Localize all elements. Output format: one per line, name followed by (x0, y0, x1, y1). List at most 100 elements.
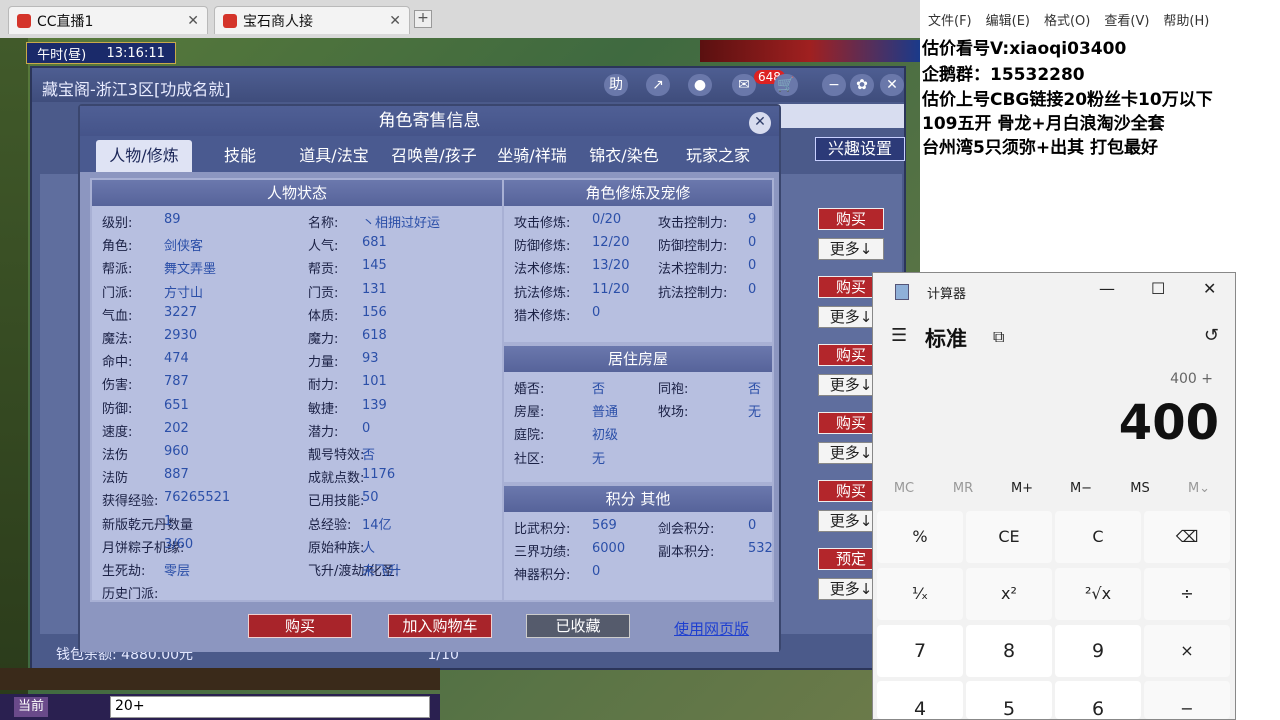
close-tab-icon[interactable]: ✕ (389, 13, 401, 29)
minimize-icon[interactable]: — (1099, 279, 1115, 298)
chat-channel-button[interactable]: 当前 (14, 697, 48, 717)
digit-9-key[interactable]: 9 (1055, 625, 1141, 677)
clear-key[interactable]: C (1055, 511, 1141, 563)
memory-recall-button[interactable]: MR (934, 481, 992, 496)
reciprocal-key[interactable]: ¹⁄ₓ (877, 568, 963, 620)
keep-on-top-icon[interactable]: ⧉ (993, 327, 1004, 347)
stat-value: 14亿 (362, 517, 392, 533)
stat-value: 101 (362, 374, 387, 390)
stat-label: 新版乾元丹数量 (102, 517, 194, 533)
menu-help[interactable]: 帮助(H) (1163, 10, 1209, 34)
chat-input[interactable]: 20+ (110, 696, 430, 718)
house-header: 居住房屋 (504, 346, 772, 372)
divide-key[interactable]: ÷ (1144, 568, 1230, 620)
digit-6-key[interactable]: 6 (1055, 681, 1141, 720)
tab-character[interactable]: 人物/修炼 (96, 140, 192, 172)
square-key[interactable]: x² (966, 568, 1052, 620)
cart-icon[interactable]: 🛒 (774, 74, 798, 96)
tab-items[interactable]: 道具/法宝 (294, 140, 374, 172)
stat-value: 1176 (362, 467, 396, 483)
dialog-close-icon[interactable]: ✕ (749, 112, 771, 134)
browser-tab-gem-merchant[interactable]: 宝石商人接 ✕ (214, 6, 410, 34)
stat-value: 887 (164, 467, 189, 483)
row-value: 否 (592, 382, 606, 397)
stat-label: 名称: (308, 216, 339, 231)
stop-icon[interactable]: ● (688, 74, 712, 96)
list-more-button[interactable]: 更多↓ (818, 238, 884, 260)
clear-entry-key[interactable]: CE (966, 511, 1052, 563)
close-tab-icon[interactable]: ✕ (187, 13, 199, 29)
notepad-line: 企鹅群：15532280 (922, 65, 1085, 85)
memory-store-button[interactable]: MS (1111, 481, 1169, 496)
calc-title: 计算器 (927, 287, 967, 302)
tab-mounts[interactable]: 坐骑/祥瑞 (488, 140, 576, 172)
menu-icon[interactable]: ☰ (891, 325, 907, 346)
close-icon[interactable]: ✕ (880, 74, 904, 96)
stat-label: 门贡: (308, 285, 339, 301)
notepad-line: 估价上号CBG链接20粉丝卡10万以下 (922, 90, 1213, 110)
stat-label: 魔法: (102, 332, 133, 347)
digit-8-key[interactable]: 8 (966, 625, 1052, 677)
maximize-icon[interactable]: ☐ (1151, 279, 1165, 298)
calc-expression: 400 + (1170, 371, 1213, 387)
close-icon[interactable]: ✕ (1203, 279, 1216, 298)
message-icon[interactable]: ✉ (732, 74, 756, 96)
row-value: 无 (748, 405, 762, 421)
menu-format[interactable]: 格式(O) (1044, 10, 1090, 34)
interest-settings-button[interactable]: 兴趣设置 (815, 137, 905, 161)
stat-label: 靓号特效: (308, 448, 365, 463)
buy-button[interactable]: 购买 (248, 614, 352, 638)
memory-add-button[interactable]: M+ (993, 481, 1051, 496)
favorited-button[interactable]: 已收藏 (526, 614, 630, 638)
sqrt-key[interactable]: ²√x (1055, 568, 1141, 620)
digit-4-key[interactable]: 4 (877, 681, 963, 720)
share-icon[interactable]: ↗ (646, 74, 670, 96)
tab-label: 宝石商人接 (243, 13, 313, 30)
memory-list-button[interactable]: M⌄ (1170, 481, 1228, 496)
row-value: 13/20 (592, 258, 630, 274)
points-header: 积分 其他 (504, 486, 772, 512)
minus-key[interactable]: − (1144, 681, 1230, 719)
minimize-icon[interactable]: − (822, 74, 846, 96)
history-icon[interactable]: ↺ (1204, 325, 1219, 346)
row-label: 社区: (514, 451, 545, 467)
menu-view[interactable]: 查看(V) (1104, 10, 1149, 34)
memory-clear-button[interactable]: MC (875, 481, 933, 496)
help-icon[interactable]: 助 (604, 74, 628, 96)
tab-pets[interactable]: 召唤兽/孩子 (384, 140, 484, 172)
stat-value: 93 (362, 351, 379, 367)
row-label: 婚否: (514, 382, 545, 397)
stat-value: 89 (164, 212, 181, 227)
percent-key[interactable]: % (877, 511, 963, 563)
list-buy-button[interactable]: 购买 (818, 208, 884, 230)
stat-value: 156 (362, 304, 387, 320)
new-tab-button[interactable]: + (414, 10, 432, 28)
row-label: 抗法修炼: (514, 285, 571, 301)
browser-tab-cc-live[interactable]: CC直播1 ✕ (8, 6, 208, 34)
backspace-key[interactable]: ⌫ (1144, 511, 1230, 563)
status-header: 人物状态 (92, 180, 502, 206)
tab-outfits[interactable]: 锦衣/染色 (582, 140, 666, 172)
stat-label: 人气: (308, 239, 339, 255)
settings-icon[interactable]: ✿ (850, 74, 874, 96)
tab-player-home[interactable]: 玩家之家 (676, 140, 760, 172)
stat-value: 3227 (164, 304, 198, 320)
stat-value: 零层 (164, 564, 191, 579)
menu-file[interactable]: 文件(F) (928, 10, 972, 34)
multiply-key[interactable]: × (1144, 625, 1230, 677)
row-label: 攻击控制力: (658, 216, 728, 231)
row-value: 0 (748, 281, 757, 297)
use-web-version-link[interactable]: 使用网页版 (674, 618, 749, 639)
menu-edit[interactable]: 编辑(E) (986, 10, 1030, 34)
digit-5-key[interactable]: 5 (966, 681, 1052, 720)
row-label: 牧场: (658, 405, 689, 421)
memory-subtract-button[interactable]: M− (1052, 481, 1110, 496)
add-to-cart-button[interactable]: 加入购物车 (388, 614, 492, 638)
stat-label: 敏捷: (308, 401, 339, 417)
tab-skills[interactable]: 技能 (210, 140, 270, 172)
stat-label: 体质: (308, 308, 339, 324)
stat-label: 防御: (102, 401, 133, 417)
digit-7-key[interactable]: 7 (877, 625, 963, 677)
stat-value: 787 (164, 374, 189, 390)
stat-value: 474 (164, 351, 189, 367)
